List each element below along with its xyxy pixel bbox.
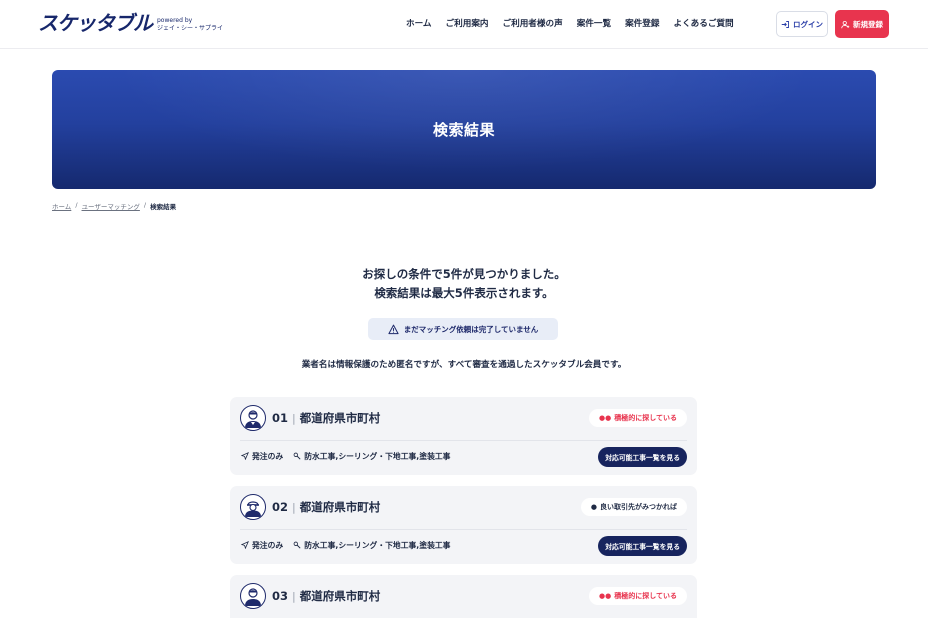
card-divider (240, 440, 687, 441)
status-text: 積極的に探している (614, 592, 677, 600)
nav-guide[interactable]: ご利用案内 (446, 17, 489, 31)
card-header: 02 | 都道府県市町村 (240, 494, 380, 520)
anonymity-note: 業者名は情報保護のため匿名ですが、すべて審査を通過したスケッタブル会員です。 (301, 360, 627, 370)
view-works-button[interactable]: 対応可能工事一覧を見る (598, 447, 687, 467)
card-number: 02 (272, 500, 289, 514)
tools-icon (293, 541, 301, 549)
powered-by-company: ジェイ・シー・サプライ (157, 24, 224, 32)
result-card: 03 | 都道府県市町村 ●● 積極的に探している (230, 575, 697, 618)
result-message: お探しの条件で5件が見つかりました。 検索結果は最大5件表示されます。 (0, 265, 928, 303)
matching-notice: まだマッチング依頼は完了していません (368, 318, 558, 340)
login-button[interactable]: ログイン (776, 11, 828, 37)
nav-project-register[interactable]: 案件登録 (625, 17, 659, 31)
result-max-line: 検索結果は最大5件表示されます。 (374, 286, 554, 300)
breadcrumb-home[interactable]: ホーム (52, 201, 71, 211)
order-type-text: 発注のみ (252, 451, 284, 461)
work-types-text: 防水工事,シーリング・下地工事,塗装工事 (304, 540, 451, 550)
login-label: ログイン (793, 19, 823, 29)
card-divider (240, 529, 687, 530)
result-card: 01 | 都道府県市町村 ●● 積極的に探している 発注のみ 防水工事,シーリン… (230, 397, 697, 475)
card-header: 01 | 都道府県市町村 (240, 405, 380, 431)
card-meta: 発注のみ 防水工事,シーリング・下地工事,塗装工事 (241, 536, 450, 554)
status-badge: ●● 積極的に探している (588, 409, 687, 427)
card-separator: | (292, 500, 296, 514)
site-logo[interactable]: スケッタブル powered by ジェイ・シー・サプライ (38, 10, 223, 36)
breadcrumb-separator: / (75, 201, 78, 209)
status-badge: ● 良い取引先がみつかれば (580, 498, 687, 516)
logo-text: スケッタブル (38, 11, 153, 35)
result-card: 02 | 都道府県市町村 ● 良い取引先がみつかれば 発注のみ 防水工事,シーリ… (230, 486, 697, 564)
card-header: 03 | 都道府県市町村 (240, 583, 380, 609)
card-separator: | (292, 411, 296, 425)
avatar (240, 494, 266, 520)
status-text: 積極的に探している (614, 414, 677, 422)
nav-project-list[interactable]: 案件一覧 (577, 17, 611, 31)
order-type: 発注のみ (241, 451, 283, 462)
hero-banner: 検索結果 (52, 70, 876, 189)
card-number: 03 (272, 589, 289, 603)
result-count-line: お探しの条件で5件が見つかりました。 (362, 267, 566, 281)
order-type-text: 発注のみ (252, 540, 284, 550)
avatar (240, 583, 266, 609)
worker-avatar-icon (245, 410, 261, 428)
card-location: 都道府県市町村 (299, 500, 381, 514)
register-button[interactable]: 新規登録 (835, 10, 889, 38)
page-title: 検索結果 (432, 121, 495, 139)
register-label: 新規登録 (853, 19, 883, 29)
order-type: 発注のみ (241, 540, 283, 551)
powered-by: powered by ジェイ・シー・サプライ (157, 17, 223, 33)
work-types: 防水工事,シーリング・下地工事,塗装工事 (293, 540, 450, 551)
avatar (240, 405, 266, 431)
breadcrumb: ホーム / ユーザーマッチング / 検索結果 (52, 201, 176, 211)
card-meta: 発注のみ 防水工事,シーリング・下地工事,塗装工事 (241, 447, 450, 465)
send-icon (241, 541, 249, 549)
flame-icon: ●● (598, 414, 612, 422)
flame-icon: ●● (598, 592, 612, 600)
worker-avatar-icon (245, 588, 261, 606)
login-icon (781, 20, 789, 28)
view-works-button[interactable]: 対応可能工事一覧を見る (598, 536, 687, 556)
nav-testimonials[interactable]: ご利用者様の声 (503, 17, 563, 31)
status-text: 良い取引先がみつかれば (600, 503, 677, 511)
worker-helmet-avatar-icon (245, 501, 261, 517)
tools-icon (293, 452, 301, 460)
card-location: 都道府県市町村 (299, 589, 381, 603)
status-badge: ●● 積極的に探している (588, 587, 687, 605)
work-types: 防水工事,シーリング・下地工事,塗装工事 (293, 451, 450, 462)
breadcrumb-user-matching[interactable]: ユーザーマッチング (82, 201, 140, 211)
breadcrumb-current: 検索結果 (150, 203, 177, 211)
user-add-icon (841, 20, 850, 28)
main-nav: ホーム ご利用案内 ご利用者様の声 案件一覧 案件登録 よくあるご質問 (406, 17, 748, 31)
breadcrumb-separator: / (143, 201, 147, 209)
nav-faq[interactable]: よくあるご質問 (673, 17, 733, 31)
nav-home[interactable]: ホーム (406, 17, 432, 31)
card-location: 都道府県市町村 (299, 411, 381, 425)
warning-icon (388, 324, 399, 334)
send-icon (241, 452, 249, 460)
work-types-text: 防水工事,シーリング・下地工事,塗装工事 (304, 451, 451, 461)
powered-by-label: powered by (157, 16, 193, 24)
card-separator: | (292, 589, 296, 603)
matching-notice-text: まだマッチング依頼は完了していません (403, 324, 539, 334)
card-number: 01 (272, 411, 289, 425)
site-header: スケッタブル powered by ジェイ・シー・サプライ ホーム ご利用案内 … (0, 0, 928, 49)
flame-icon: ● (590, 503, 597, 511)
